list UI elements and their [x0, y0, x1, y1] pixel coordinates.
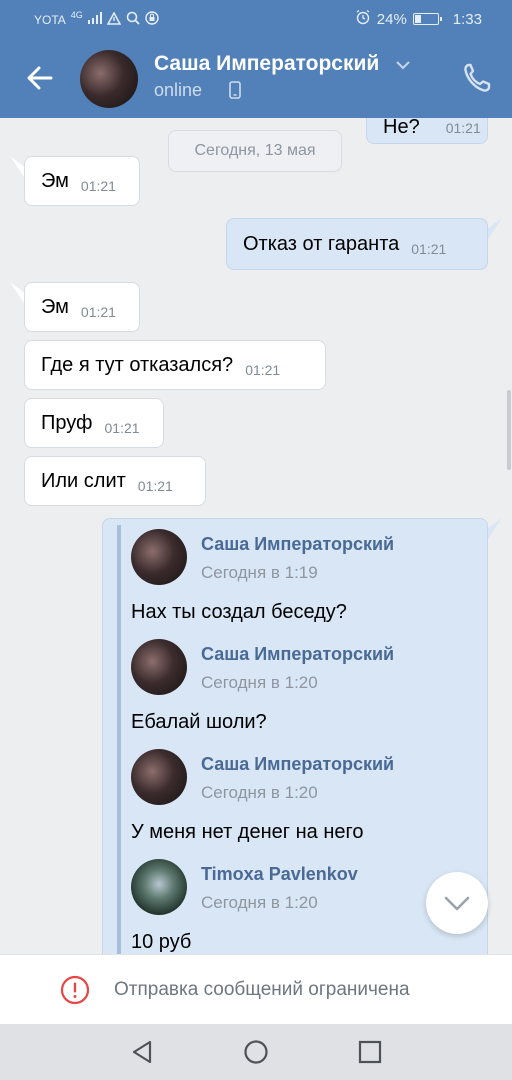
status-bar: YOTA 4G 24% 1:33: [0, 0, 512, 38]
author-avatar[interactable]: [131, 749, 187, 805]
alert-icon: [106, 10, 122, 28]
message-time: 01:21: [245, 362, 281, 378]
battery-icon: [412, 13, 442, 25]
message-bubble-in[interactable]: Пруф 01:21: [24, 398, 164, 448]
message-text: Эм: [41, 295, 69, 318]
status-right: 24% 1:33: [355, 9, 482, 29]
nav-recents-button[interactable]: [356, 1038, 384, 1066]
scroll-indicator[interactable]: [507, 390, 511, 470]
nav-back-icon: [132, 1040, 152, 1064]
phone-icon: [228, 80, 242, 100]
message-text: Эм: [41, 169, 69, 192]
message-time: 01:21: [80, 304, 116, 320]
forward-time: Сегодня в 1:20: [201, 893, 318, 912]
contact-status: online: [154, 80, 203, 100]
forward-time: Сегодня в 1:20: [201, 673, 318, 692]
message-bubble-in[interactable]: Или слит 01:21: [24, 456, 206, 506]
battery-fill: [414, 15, 421, 23]
forward-author[interactable]: Саша Императорский: [201, 644, 394, 665]
forward-quote-line: [117, 525, 121, 954]
forward-text: У меня нет денег на него: [131, 821, 364, 843]
message-time: 01:21: [80, 178, 116, 194]
nav-home-icon: [244, 1040, 268, 1064]
message-time: 01:21: [445, 120, 481, 136]
contact-name[interactable]: Саша Императорский: [154, 52, 379, 76]
restriction-banner: Отправка сообщений ограничена: [0, 954, 512, 1024]
date-divider: Сегодня, 13 мая: [168, 130, 342, 172]
status-left: YOTA 4G: [34, 9, 159, 28]
alarm-icon: [355, 9, 371, 29]
chat-toolbar: Саша Императорский online: [0, 38, 512, 118]
message-bubble-out[interactable]: Отказ от гаранта 01:21: [226, 218, 488, 270]
message-text: Или слит: [41, 469, 126, 492]
forward-author[interactable]: Саша Императорский: [201, 754, 394, 775]
system-nav-bar: [0, 1024, 512, 1080]
network-label: 4G: [70, 9, 83, 20]
back-arrow-icon: [27, 66, 53, 90]
forward-text: Нах ты создал беседу?: [131, 601, 347, 623]
author-avatar[interactable]: [131, 529, 187, 585]
message-text: Отказ от гаранта: [243, 232, 400, 255]
author-avatar[interactable]: [131, 859, 187, 915]
forward-text: Ебалай шоли?: [131, 711, 267, 733]
forward-time: Сегодня в 1:19: [201, 563, 318, 582]
message-text: Где я тут отказался?: [41, 353, 234, 376]
forward-time: Сегодня в 1:20: [201, 783, 318, 802]
message-time: 01:21: [137, 478, 173, 494]
battery-percent: 24%: [376, 10, 407, 28]
scroll-down-button[interactable]: [426, 872, 488, 934]
chevron-down-icon[interactable]: [394, 56, 412, 74]
message-list[interactable]: Не? 01:21 Сегодня, 13 мая Эм 01:21 Отказ…: [0, 118, 512, 954]
forward-text: 10 руб: [131, 931, 192, 953]
message-bubble-in[interactable]: Эм 01:21: [24, 282, 140, 332]
message-bubble-in[interactable]: Где я тут отказался? 01:21: [24, 340, 326, 390]
message-text: Не?: [383, 118, 420, 138]
warning-icon: [60, 975, 90, 1005]
message-time: 01:21: [104, 420, 140, 436]
forward-author[interactable]: Timoxa Pavlenkov: [201, 864, 358, 885]
carrier-label: YOTA: [34, 12, 66, 27]
nav-back-button[interactable]: [128, 1038, 156, 1066]
back-button[interactable]: [22, 60, 58, 96]
contact-avatar[interactable]: [80, 50, 138, 108]
nav-recents-icon: [358, 1040, 382, 1064]
chevron-down-icon: [444, 896, 470, 911]
call-icon: [464, 63, 491, 92]
message-text: Пруф: [41, 411, 93, 434]
nav-home-button[interactable]: [242, 1038, 270, 1066]
call-button[interactable]: [462, 62, 492, 94]
message-bubble-in[interactable]: Эм 01:21: [24, 156, 140, 206]
restriction-text: Отправка сообщений ограничена: [114, 979, 410, 1000]
forward-author[interactable]: Саша Императорский: [201, 534, 394, 555]
app-header: YOTA 4G 24% 1:33 Саша Императорский onli…: [0, 0, 512, 118]
message-bubble-out[interactable]: Не? 01:21: [366, 118, 488, 144]
clock: 1:33: [452, 10, 482, 28]
message-time: 01:21: [411, 241, 447, 257]
search-icon: [126, 11, 140, 28]
signal-icon: [87, 12, 102, 27]
author-avatar[interactable]: [131, 639, 187, 695]
lock-icon: [145, 11, 159, 28]
